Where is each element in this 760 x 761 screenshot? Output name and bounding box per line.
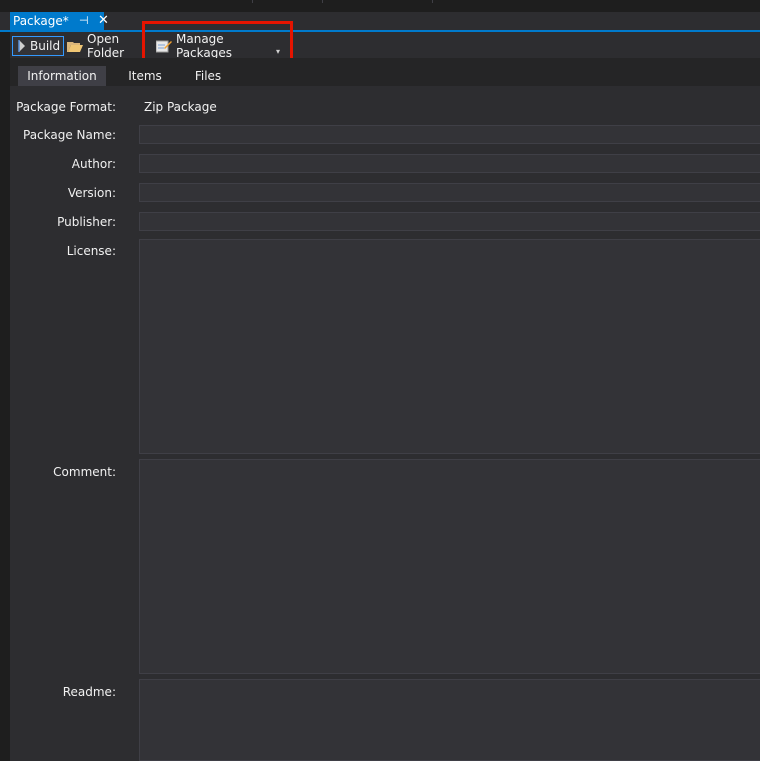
publisher-label: Publisher: [57,215,116,229]
comment-label: Comment: [53,465,116,479]
publisher-field[interactable] [139,212,760,231]
package-format-value: Zip Package [144,100,217,114]
license-label: License: [66,244,116,258]
package-name-field[interactable] [139,125,760,144]
folder-open-icon [67,40,83,53]
strip-segment [252,0,323,3]
readme-label: Readme: [62,685,116,699]
pin-icon[interactable]: ⊣ [79,14,89,27]
strip-segment [322,0,433,3]
author-field[interactable] [139,154,760,173]
version-label: Version: [67,186,116,200]
strip-segment [0,0,253,3]
package-name-label: Package Name: [23,128,116,142]
toolbar: Build Open Folder Manage Packages ▾ [10,32,760,60]
document-tab-title: Package* [13,14,69,28]
subtab-bar: Information Items Files [10,58,760,86]
top-document-strip [0,0,760,12]
tab-files[interactable]: Files [186,66,230,86]
version-field[interactable] [139,183,760,202]
close-icon[interactable]: ✕ [98,13,109,28]
readme-textarea[interactable] [139,679,760,761]
open-folder-button[interactable]: Open Folder [66,32,150,60]
document-tab-package[interactable]: Package* ⊣ ✕ [10,12,109,31]
package-format-label: Package Format: [16,100,116,114]
license-textarea[interactable] [139,239,760,454]
left-gutter [0,32,10,761]
build-label: Build [30,39,61,53]
build-button[interactable]: Build [12,36,64,56]
information-panel: Package Format: Zip Package Package Name… [16,86,760,761]
play-icon [18,40,26,52]
open-folder-label: Open Folder [87,32,125,60]
author-label: Author: [71,157,116,171]
tab-items[interactable]: Items [120,66,170,86]
comment-textarea[interactable] [139,459,760,674]
tab-information[interactable]: Information [18,66,106,86]
